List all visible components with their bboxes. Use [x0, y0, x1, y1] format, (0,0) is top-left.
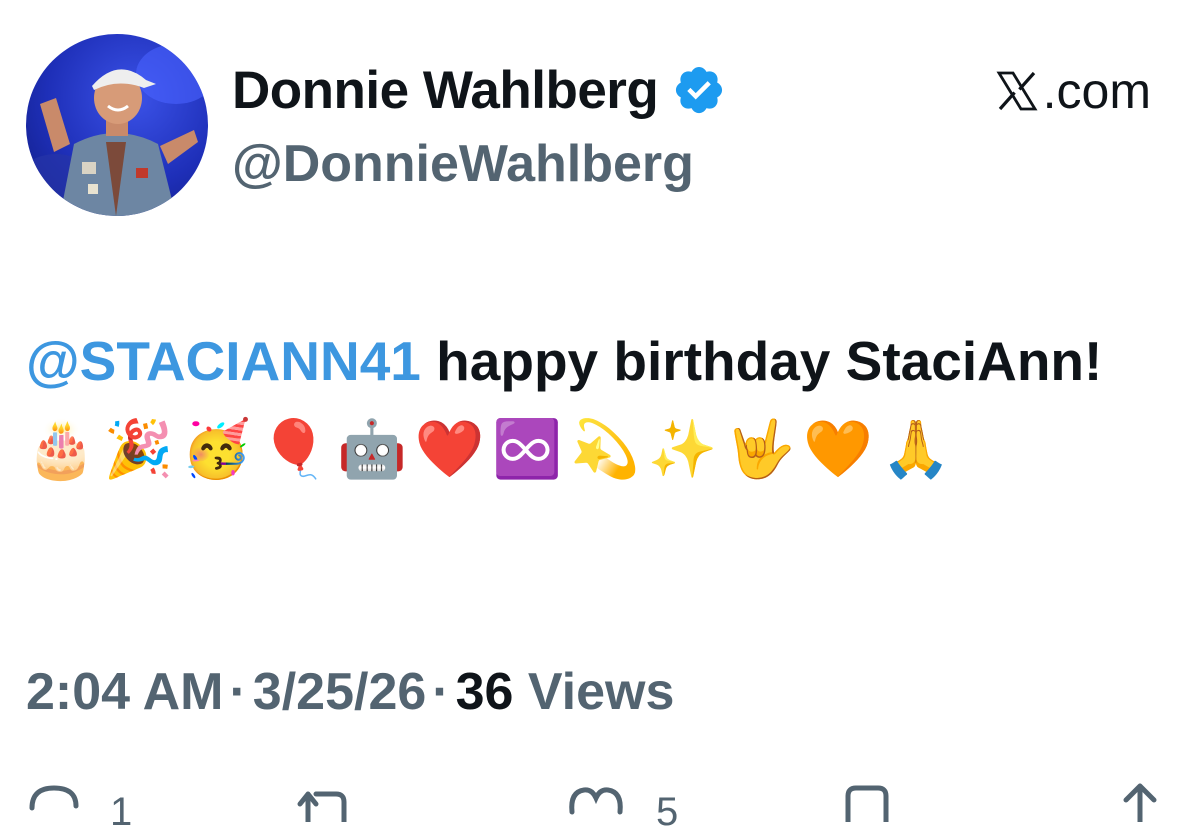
tweet-time[interactable]: 2:04 AM — [26, 663, 223, 721]
balloon-emoji: 🎈 — [259, 417, 329, 482]
action-bar: 1 5 — [0, 782, 1199, 832]
source-link[interactable]: .com — [993, 62, 1151, 120]
dizzy-emoji: 💫 — [570, 417, 640, 482]
meta-separator: · — [432, 663, 450, 721]
tweet-meta: 2:04 AM · 3/25/26 · 36 Views — [26, 662, 674, 722]
like-count: 5 — [656, 790, 679, 834]
reply-icon — [28, 782, 80, 822]
heart-icon — [566, 782, 626, 822]
bookmark-icon — [842, 782, 892, 822]
partying-face-emoji: 🥳 — [181, 417, 252, 482]
robot-emoji: 🤖 — [336, 417, 407, 482]
x-logo-icon — [993, 67, 1041, 115]
birthday-cake-emoji: 🎂 — [26, 417, 96, 482]
tweet-date[interactable]: 3/25/26 — [253, 663, 427, 721]
red-heart-emoji: ❤️ — [414, 417, 485, 482]
tweet-body: @STACIANN41 happy birthday StaciAnn! 🎂 🎉 🥳… — [26, 320, 1146, 484]
share-button[interactable] — [1118, 782, 1162, 822]
party-popper-emoji: 🎉 — [103, 417, 174, 482]
reply-button[interactable]: 1 — [28, 782, 132, 832]
views-label: Views — [527, 663, 675, 721]
love-you-gesture-emoji: 🤟 — [725, 417, 796, 482]
repost-button[interactable] — [294, 782, 350, 822]
source-label: .com — [1042, 63, 1151, 119]
avatar[interactable] — [26, 34, 208, 216]
author-handle[interactable]: @DonnieWahlberg — [232, 134, 694, 194]
sparkles-emoji: ✨ — [647, 417, 718, 482]
bookmark-button[interactable] — [842, 782, 892, 822]
orange-heart-emoji: 🧡 — [803, 417, 874, 482]
views-count: 36 — [455, 663, 514, 721]
tweet-text: happy birthday StaciAnn! — [420, 330, 1103, 392]
folded-hands-emoji: 🙏 — [881, 417, 951, 482]
infinity-emoji: ♾️ — [492, 417, 563, 482]
reply-count: 1 — [110, 790, 133, 834]
tweet-card: Donnie Wahlberg @DonnieWahlberg .com @ST… — [0, 0, 1199, 832]
meta-separator: · — [229, 663, 247, 721]
like-button[interactable]: 5 — [566, 782, 678, 832]
author-display-name[interactable]: Donnie Wahlberg — [232, 60, 659, 121]
mention-link[interactable]: @STACIANN41 — [26, 330, 421, 392]
author-name-row: Donnie Wahlberg — [232, 58, 726, 122]
avatar-image — [26, 44, 208, 216]
repost-icon — [294, 782, 350, 822]
verified-badge-icon[interactable] — [672, 63, 726, 117]
share-icon — [1118, 782, 1162, 822]
